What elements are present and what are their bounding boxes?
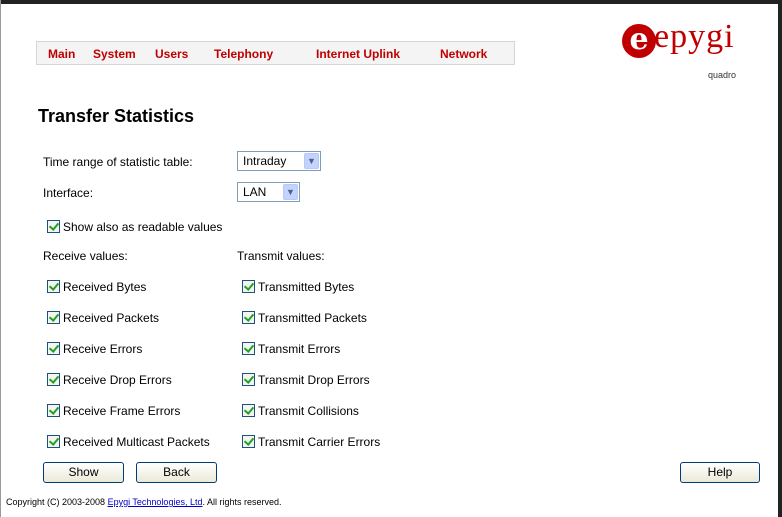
show-readable-label: Show also as readable values <box>63 220 223 234</box>
window-left-border <box>0 0 1 517</box>
chevron-down-icon: ▼ <box>304 153 319 169</box>
receive-errors-label: Receive Errors <box>63 342 143 356</box>
received-packets-label: Received Packets <box>63 311 160 325</box>
logo-e-icon: e <box>622 24 656 58</box>
receive-errors-checkbox[interactable] <box>47 342 60 355</box>
time-range-select[interactable]: Intraday ▼ <box>237 151 321 171</box>
transmit-collisions-label: Transmit Collisions <box>258 404 359 418</box>
menu-item-main[interactable]: Main <box>48 47 75 61</box>
chevron-down-icon: ▼ <box>283 184 298 200</box>
receive-values-header: Receive values: <box>43 249 128 263</box>
transmit-errors-checkbox[interactable] <box>242 342 255 355</box>
window-right-border <box>778 0 782 517</box>
show-readable-checkbox[interactable] <box>47 220 60 233</box>
transmit-collisions-checkbox[interactable] <box>242 404 255 417</box>
window-top-border <box>0 0 782 4</box>
time-range-value: Intraday <box>243 154 287 168</box>
menu-item-system[interactable]: System <box>93 47 136 61</box>
transmit-carrier-errors-checkbox[interactable] <box>242 435 255 448</box>
transmitted-packets-label: Transmitted Packets <box>258 311 367 325</box>
receive-drop-errors-checkbox[interactable] <box>47 373 60 386</box>
transmit-values-header: Transmit values: <box>237 249 325 263</box>
transmit-drop-errors-label: Transmit Drop Errors <box>258 373 370 387</box>
received-multicast-packets-checkbox[interactable] <box>47 435 60 448</box>
receive-frame-errors-label: Receive Frame Errors <box>63 404 181 418</box>
copyright-suffix: . All rights reserved. <box>202 497 282 507</box>
logo-brand-text: epygi <box>654 18 735 55</box>
received-multicast-packets-label: Received Multicast Packets <box>63 435 210 449</box>
receive-frame-errors-checkbox[interactable] <box>47 404 60 417</box>
received-packets-checkbox[interactable] <box>47 311 60 324</box>
logo-subtitle: quadro <box>708 70 737 80</box>
menu-item-users[interactable]: Users <box>155 47 188 61</box>
copyright-footer: Copyright (C) 2003-2008 Epygi Technologi… <box>6 497 282 507</box>
time-range-label: Time range of statistic table: <box>43 155 193 169</box>
transmit-errors-label: Transmit Errors <box>258 342 341 356</box>
receive-drop-errors-label: Receive Drop Errors <box>63 373 172 387</box>
page-title: Transfer Statistics <box>38 106 195 126</box>
interface-label: Interface: <box>43 186 94 200</box>
menu-item-telephony[interactable]: Telephony <box>214 47 273 61</box>
menu-item-internet-uplink[interactable]: Internet Uplink <box>316 47 400 61</box>
received-bytes-label: Received Bytes <box>63 280 147 294</box>
transmit-drop-errors-checkbox[interactable] <box>242 373 255 386</box>
interface-value: LAN <box>243 185 267 199</box>
show-button[interactable]: Show <box>43 462 124 483</box>
main-menu-bar: Main System Users Telephony Internet Upl… <box>36 41 515 65</box>
transmitted-packets-checkbox[interactable] <box>242 311 255 324</box>
transmit-carrier-errors-label: Transmit Carrier Errors <box>258 435 381 449</box>
help-button[interactable]: Help <box>680 462 760 483</box>
copyright-prefix: Copyright (C) 2003-2008 <box>6 497 108 507</box>
transmitted-bytes-label: Transmitted Bytes <box>258 280 355 294</box>
menu-item-network[interactable]: Network <box>440 47 487 61</box>
back-button[interactable]: Back <box>136 462 217 483</box>
received-bytes-checkbox[interactable] <box>47 280 60 293</box>
epygi-logo: e epygi quadro <box>622 18 742 84</box>
transmitted-bytes-checkbox[interactable] <box>242 280 255 293</box>
interface-select[interactable]: LAN ▼ <box>237 182 300 202</box>
epygi-technologies-link[interactable]: Epygi Technologies, Ltd <box>108 497 203 507</box>
